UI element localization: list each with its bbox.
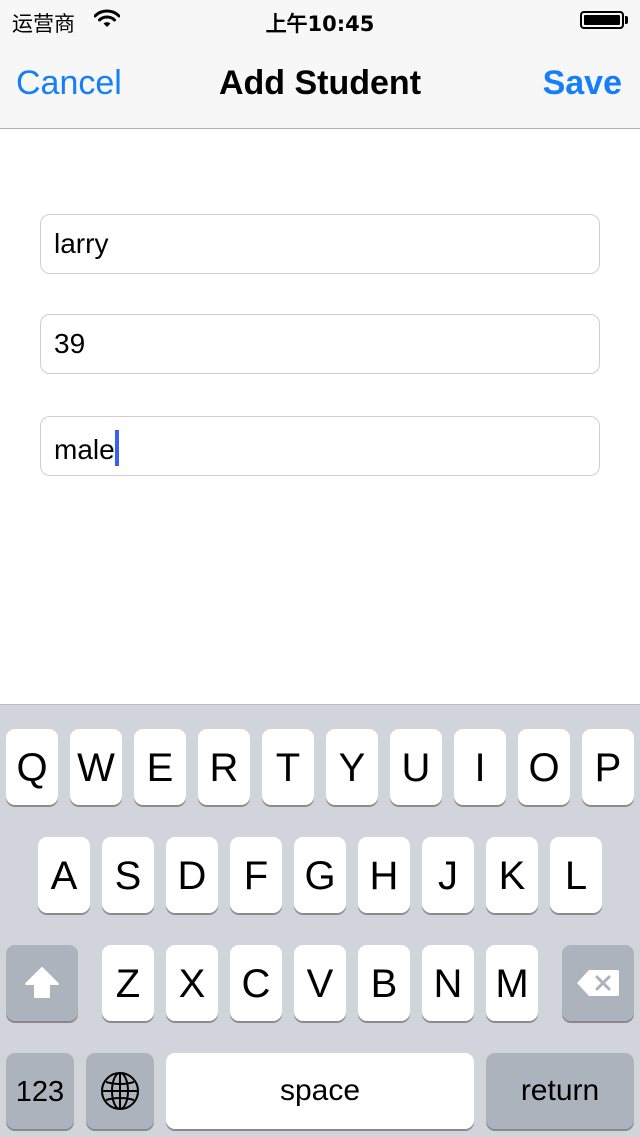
key-h[interactable]: H [358, 837, 410, 913]
text-cursor [114, 430, 119, 466]
globe-key[interactable] [86, 1053, 154, 1129]
key-k[interactable]: K [486, 837, 538, 913]
key-p[interactable]: P [582, 729, 634, 805]
key-v[interactable]: V [294, 945, 346, 1021]
battery-icon [580, 11, 624, 29]
backspace-key[interactable] [562, 945, 634, 1021]
keyboard: Q W E R T Y U I O P A S D F G H J K L Z … [0, 704, 640, 1137]
key-g[interactable]: G [294, 837, 346, 913]
save-button[interactable]: Save [543, 64, 622, 103]
key-n[interactable]: N [422, 945, 474, 1021]
key-f[interactable]: F [230, 837, 282, 913]
key-i[interactable]: I [454, 729, 506, 805]
clock: 上午10:45 [265, 12, 375, 36]
key-j[interactable]: J [422, 837, 474, 913]
key-t[interactable]: T [262, 729, 314, 805]
shift-icon [6, 945, 78, 1021]
key-b[interactable]: B [358, 945, 410, 1021]
key-d[interactable]: D [166, 837, 218, 913]
key-a[interactable]: A [38, 837, 90, 913]
gender-field-content: male [54, 430, 119, 466]
key-l[interactable]: L [550, 837, 602, 913]
key-s[interactable]: S [102, 837, 154, 913]
key-z[interactable]: Z [102, 945, 154, 1021]
name-field[interactable]: larry [40, 214, 600, 274]
key-x[interactable]: X [166, 945, 218, 1021]
key-y[interactable]: Y [326, 729, 378, 805]
key-o[interactable]: O [518, 729, 570, 805]
return-key[interactable]: return [486, 1053, 634, 1129]
key-u[interactable]: U [390, 729, 442, 805]
key-r[interactable]: R [198, 729, 250, 805]
key-q[interactable]: Q [6, 729, 58, 805]
shift-key[interactable] [6, 945, 78, 1021]
navigation-bar: Cancel Add Student Save [0, 40, 640, 129]
key-e[interactable]: E [134, 729, 186, 805]
age-field-value: 39 [54, 328, 86, 359]
battery-nub [625, 16, 628, 24]
gender-field-value: male [54, 434, 115, 465]
gender-field[interactable]: male [40, 416, 600, 476]
globe-icon [86, 1053, 154, 1129]
backspace-icon [562, 945, 634, 1021]
numbers-key[interactable]: 123 [6, 1053, 74, 1129]
key-c[interactable]: C [230, 945, 282, 1021]
name-field-value: larry [54, 228, 109, 259]
key-w[interactable]: W [70, 729, 122, 805]
space-key[interactable]: space [166, 1053, 474, 1129]
status-bar: 运营商 上午10:45 [0, 0, 640, 40]
age-field[interactable]: 39 [40, 314, 600, 374]
key-m[interactable]: M [486, 945, 538, 1021]
